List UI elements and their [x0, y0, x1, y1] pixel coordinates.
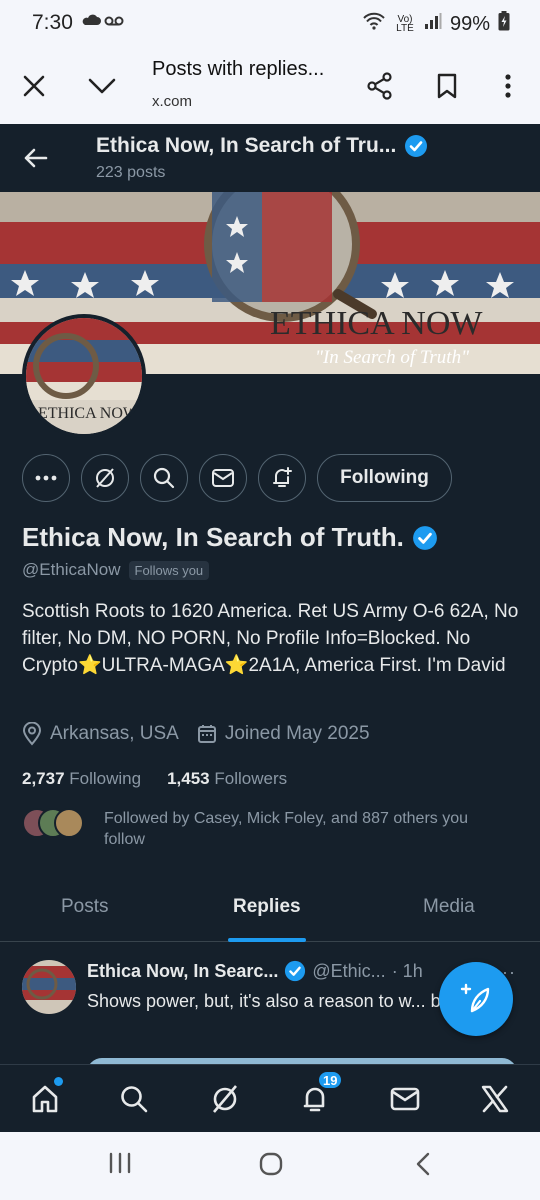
unread-dot [54, 1077, 63, 1086]
profile-page: Ethica Now, In Search of Tru... 223 post… [0, 124, 540, 1064]
arrow-left-icon [24, 148, 48, 168]
page-url[interactable]: x.com [152, 93, 192, 110]
profile-actions: Following [0, 454, 540, 502]
banner-tagline: "In Search of Truth" [315, 347, 470, 368]
minimize-tab-button[interactable] [82, 66, 122, 106]
battery-icon [498, 11, 510, 37]
close-icon [23, 75, 45, 97]
profile-meta: Arkansas, USA Joined May 2025 [22, 722, 370, 746]
recent-apps-icon [109, 1152, 131, 1174]
chevron-down-icon [88, 78, 116, 94]
more-options-button[interactable] [22, 454, 70, 502]
followers-stat[interactable]: 1,453 Followers [167, 769, 287, 789]
message-button[interactable] [199, 454, 247, 502]
x-logo-icon [481, 1085, 509, 1113]
post-time: · 1h [391, 960, 423, 981]
more-menu-button[interactable] [488, 66, 528, 106]
bell-plus-icon [273, 467, 292, 487]
post-author-name: Ethica Now, In Searc... [87, 960, 279, 981]
verified-badge-icon [285, 960, 306, 982]
followed-by-row[interactable]: Followed by Casey, Mick Foley, and 887 o… [22, 808, 504, 850]
grok-icon [96, 468, 114, 488]
follows-you-badge: Follows you [128, 560, 210, 580]
signal-icon [424, 12, 442, 36]
battery-label: 99% [449, 12, 490, 35]
compose-feather-icon [460, 983, 490, 1013]
tab-replies[interactable]: Replies [233, 896, 301, 918]
avatar-logo-text: ETHICA NOW [38, 405, 139, 422]
grok-icon [213, 1085, 237, 1113]
search-profile-button[interactable] [140, 454, 188, 502]
compose-post-button[interactable] [439, 962, 513, 1036]
avatar [54, 808, 84, 838]
nav-messages[interactable] [385, 1079, 425, 1119]
recent-apps-button[interactable] [108, 1152, 132, 1179]
wifi-icon [362, 11, 386, 37]
joined-item: Joined May 2025 [197, 723, 370, 745]
post-count: 223 posts [96, 164, 166, 181]
banner-title: ETHICA NOW [270, 305, 483, 342]
header-profile-name: Ethica Now, In Search of Tru... [96, 134, 428, 158]
bottom-nav: 19 [0, 1064, 540, 1132]
tab-media[interactable]: Media [423, 896, 475, 918]
post-author-handle: @Ethic... [312, 960, 386, 981]
follow-stats: 2,737 Following 1,453 Followers [22, 769, 287, 789]
browser-toolbar: Posts with replies... x.com [0, 46, 540, 124]
search-icon [153, 467, 175, 489]
profile-handle-row: @EthicaNow Follows you [22, 560, 210, 580]
profile-handle: @EthicaNow [22, 560, 121, 579]
grok-button[interactable] [81, 454, 129, 502]
location-pin-icon [22, 722, 42, 746]
search-icon [121, 1086, 148, 1113]
more-vertical-icon [505, 74, 511, 98]
share-button[interactable] [360, 66, 400, 106]
close-tab-button[interactable] [14, 66, 54, 106]
star-emoji-icon: ⭐ [224, 655, 249, 676]
location-item: Arkansas, USA [22, 722, 179, 746]
home-icon [32, 1085, 58, 1113]
joined-text: Joined May 2025 [224, 723, 370, 744]
following-button[interactable]: Following [317, 454, 452, 502]
notification-count-badge: 19 [317, 1070, 344, 1090]
share-icon [367, 72, 392, 100]
tab-posts[interactable]: Posts [61, 896, 109, 918]
profile-avatar[interactable]: ETHICA NOW [22, 314, 146, 438]
bookmark-button[interactable] [427, 66, 467, 106]
notifications-subscribe-button[interactable] [258, 454, 306, 502]
nav-home[interactable] [25, 1077, 65, 1119]
star-emoji-icon: ⭐ [77, 655, 102, 676]
nav-grok[interactable] [205, 1079, 245, 1119]
location-text: Arkansas, USA [50, 723, 179, 744]
home-button[interactable] [259, 1152, 283, 1181]
mail-icon [212, 469, 234, 487]
nav-x-premium[interactable] [475, 1079, 515, 1119]
cloud-voicemail-icon [82, 12, 126, 33]
back-system-button[interactable] [414, 1152, 432, 1181]
profile-name: Ethica Now, In Search of Truth. [22, 522, 438, 553]
more-horizontal-icon [35, 475, 57, 481]
home-circle-icon [259, 1152, 283, 1176]
followed-by-text: Followed by Casey, Mick Foley, and 887 o… [104, 810, 469, 848]
nav-notifications[interactable]: 19 [295, 1070, 344, 1119]
nav-search[interactable] [114, 1079, 154, 1119]
network-label: Vo) LTE [396, 14, 414, 34]
mail-icon [390, 1087, 420, 1111]
verified-badge-icon [405, 135, 428, 157]
follower-avatars [22, 808, 90, 840]
chevron-left-icon [416, 1152, 430, 1176]
profile-tabs: Posts Replies Media [0, 876, 540, 942]
post-header: Ethica Now, In Searc... @Ethic... · 1h [87, 960, 423, 982]
calendar-icon [197, 725, 216, 743]
profile-bio: Scottish Roots to 1620 America. Ret US A… [22, 601, 519, 676]
status-bar: 7:30 Vo) LTE 99% [0, 0, 540, 46]
verified-badge-icon [412, 525, 437, 550]
post-avatar[interactable] [22, 960, 76, 1014]
back-button[interactable] [20, 142, 52, 174]
status-time: 7:30 [32, 11, 73, 34]
profile-top-nav: Ethica Now, In Search of Tru... 223 post… [0, 124, 540, 192]
following-stat[interactable]: 2,737 Following [22, 769, 141, 789]
page-title: Posts with replies... [152, 58, 325, 80]
bookmark-icon [437, 73, 457, 99]
system-nav-bar [0, 1132, 540, 1200]
